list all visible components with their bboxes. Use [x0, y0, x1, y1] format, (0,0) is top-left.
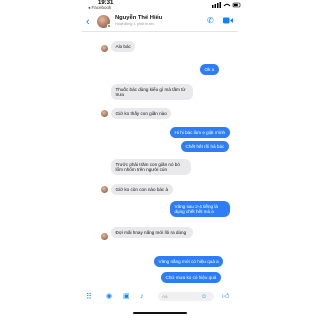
phone-icon[interactable]: ✆ [207, 16, 214, 25]
message-incoming[interactable]: Thuốc bác dùng kiểu gì mà tầm từ trưa [111, 84, 193, 101]
sender-avatar [101, 186, 108, 193]
menu-icon[interactable]: ⠿ [86, 292, 92, 301]
chat-header: ‹ Nguyễn Thế Hiếu Hoạt động 1 phút trước… [82, 12, 238, 32]
status-icons [212, 2, 241, 8]
message-incoming[interactable]: Giờ ko thấy con giãn nào [111, 108, 172, 119]
status-bar: 19:31 ◂ Facebook [0, 0, 320, 10]
message-outgoing[interactable]: Vâng sau 2-4 tiếng là dụng chết hết mà a [170, 201, 230, 218]
message-incoming[interactable]: Alo bác [111, 41, 136, 52]
message-incoming[interactable]: Đợi mãi hnay nắng mới lôi ra dùng [111, 227, 193, 238]
message-incoming[interactable]: Trước phải trăm con giãn nó bò lổm nhổm … [111, 159, 191, 176]
mic-icon[interactable]: ♪ [140, 292, 144, 301]
message-outgoing[interactable]: Hi hi bác làm e giật mình [170, 127, 230, 138]
video-icon[interactable] [223, 17, 233, 24]
sender-avatar [101, 45, 108, 52]
message-outgoing[interactable]: Chứ mưa ko có hiệu quả [161, 272, 221, 283]
back-to-app-link[interactable]: ◂ Facebook [88, 5, 111, 11]
home-indicator [133, 312, 187, 314]
online-dot [107, 24, 111, 28]
presence-status: Hoạt động 1 phút trước [115, 22, 155, 26]
sender-avatar [101, 233, 108, 240]
message-composer: ⠿ ◉ ▣ ♪ Aa ☺ 👍︎ [82, 290, 238, 304]
contact-name[interactable]: Nguyễn Thế Hiếu [115, 15, 162, 21]
back-arrow-icon[interactable]: ‹ [86, 16, 90, 28]
like-icon[interactable]: 👍︎ [222, 292, 229, 301]
message-outgoing[interactable]: Ok a [200, 64, 219, 75]
message-outgoing[interactable]: Chết hết rồi hả bác [181, 141, 229, 152]
emoji-icon[interactable]: ☺ [201, 293, 207, 302]
image-icon[interactable]: ▣ [123, 292, 130, 301]
camera-icon[interactable]: ◉ [106, 292, 112, 301]
sender-avatar [101, 110, 108, 117]
message-outgoing[interactable]: Vâng nắng mới có hiệu quả a [154, 256, 224, 267]
message-incoming[interactable]: Giờ ko còn con nào bác à [111, 184, 173, 195]
